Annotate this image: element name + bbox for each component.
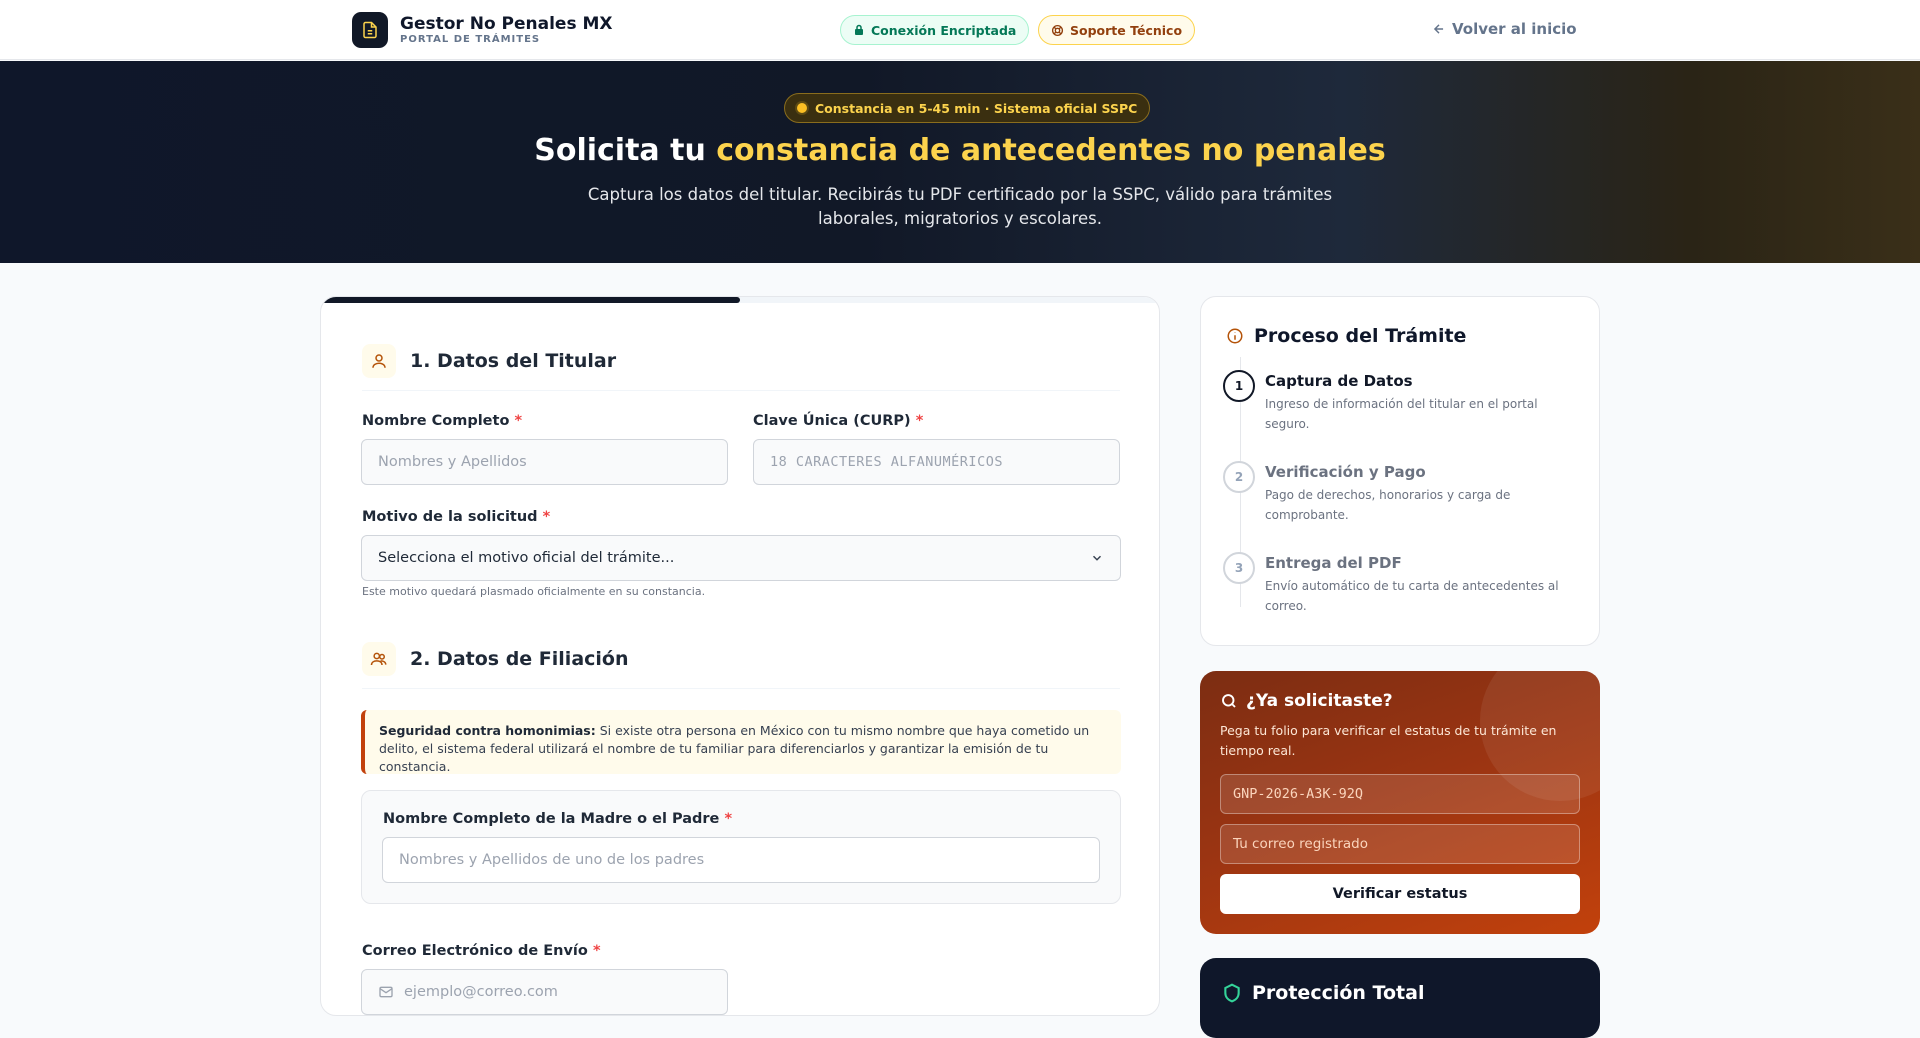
- secure-connection-label: Conexión Encriptada: [871, 22, 1017, 38]
- parent-input[interactable]: Nombres y Apellidos de uno de los padres: [382, 837, 1100, 883]
- brand[interactable]: Gestor No Penales MX PORTAL DE TRÁMITES: [352, 12, 613, 48]
- required-mark: *: [724, 811, 733, 827]
- registered-email-input[interactable]: Tu correo registrado: [1220, 824, 1580, 864]
- protection-card: Protección Total: [1200, 958, 1600, 1038]
- page-subtitle: Captura los datos del titular. Recibirás…: [587, 185, 1333, 228]
- homonym-alert-title: Seguridad contra homonimias:: [379, 723, 596, 738]
- section-filiacion-header: 2. Datos de Filiación: [362, 629, 1120, 689]
- registered-email-placeholder: Tu correo registrado: [1233, 836, 1369, 852]
- users-icon: [362, 641, 396, 676]
- status-header: ¿Ya solicitaste?: [1220, 691, 1393, 711]
- reason-select[interactable]: Selecciona el motivo oficial del trámite…: [361, 535, 1121, 581]
- step-description: Ingreso de información del titular en el…: [1265, 397, 1538, 431]
- user-icon: [362, 343, 396, 378]
- page-title: Solicita tu constancia de antecedentes n…: [0, 133, 1920, 168]
- search-icon: [1222, 694, 1236, 708]
- protection-title: Protección Total: [1252, 982, 1425, 1004]
- required-mark: *: [592, 943, 601, 959]
- lifebuoy-icon: [1051, 24, 1064, 36]
- support-button[interactable]: Soporte Técnico: [1038, 15, 1196, 45]
- reason-hint: Este motivo quedará plasmado oficialment…: [362, 585, 706, 598]
- hero-badge: Constancia en 5-45 min · Sistema oficial…: [784, 93, 1151, 123]
- page-title-plain: Solicita tu: [534, 133, 717, 168]
- chevron-down-icon: [1092, 555, 1102, 561]
- email-label: Correo Electrónico de Envío *: [362, 943, 601, 959]
- step-title: Captura de Datos: [1265, 372, 1413, 390]
- folio-placeholder: GNP-2026-A3K-92Q: [1233, 786, 1364, 802]
- required-mark: *: [915, 413, 924, 429]
- curp-placeholder: 18 CARACTERES ALFANUMÉRICOS: [770, 454, 1003, 470]
- step-number: 3: [1223, 552, 1255, 584]
- status-description: Pega tu folio para verificar el estatus …: [1220, 723, 1557, 758]
- parent-label: Nombre Completo de la Madre o el Padre *: [383, 811, 732, 827]
- name-input[interactable]: Nombres y Apellidos: [361, 439, 728, 485]
- email-label-text: Correo Electrónico de Envío: [362, 943, 588, 959]
- step-description: Envío automático de tu carta de antecede…: [1265, 579, 1559, 613]
- process-title: Proceso del Trámite: [1254, 325, 1467, 347]
- step-number: 1: [1223, 370, 1255, 402]
- step-number: 2: [1223, 461, 1255, 493]
- step-title: Verificación y Pago: [1265, 463, 1426, 481]
- curp-label-text: Clave Única (CURP): [753, 413, 911, 429]
- secure-connection-badge: Conexión Encriptada: [840, 15, 1030, 45]
- required-mark: *: [514, 413, 523, 429]
- document-icon: [352, 12, 388, 48]
- email-placeholder: ejemplo@correo.com: [404, 984, 558, 1000]
- hero-banner: Constancia en 5-45 min · Sistema oficial…: [0, 61, 1920, 263]
- back-home-label: Volver al inicio: [1452, 20, 1577, 38]
- name-placeholder: Nombres y Apellidos: [378, 454, 527, 470]
- hero-badge-label: Constancia en 5-45 min · Sistema oficial…: [815, 100, 1138, 116]
- brand-name: Gestor No Penales MX: [400, 14, 613, 34]
- page-title-accent: constancia de antecedentes no penales: [716, 133, 1386, 168]
- lock-icon: [855, 24, 863, 35]
- parent-placeholder: Nombres y Apellidos de uno de los padres: [399, 852, 705, 868]
- folio-input[interactable]: GNP-2026-A3K-92Q: [1220, 774, 1580, 814]
- protection-header: Protección Total: [1222, 982, 1424, 1004]
- reason-select-value: Selecciona el motivo oficial del trámite…: [378, 550, 675, 566]
- curp-input[interactable]: 18 CARACTERES ALFANUMÉRICOS: [753, 439, 1120, 485]
- mail-icon: [379, 986, 393, 998]
- email-input[interactable]: ejemplo@correo.com: [361, 969, 728, 1015]
- process-card: Proceso del Trámite 1 Captura de Datos I…: [1200, 296, 1600, 646]
- top-navbar: Gestor No Penales MX PORTAL DE TRÁMITES …: [0, 0, 1920, 60]
- curp-label: Clave Única (CURP) *: [753, 413, 923, 429]
- name-label-text: Nombre Completo: [362, 413, 510, 429]
- required-mark: *: [542, 509, 551, 525]
- status-check-card: ¿Ya solicitaste? Pega tu folio para veri…: [1200, 671, 1600, 934]
- name-label: Nombre Completo *: [362, 413, 522, 429]
- section-titular-title: 1. Datos del Titular: [410, 349, 617, 372]
- info-icon: [1227, 328, 1243, 344]
- status-title: ¿Ya solicitaste?: [1246, 691, 1393, 711]
- reason-label: Motivo de la solicitud *: [362, 509, 550, 525]
- back-home-link[interactable]: Volver al inicio: [1432, 20, 1577, 38]
- form-progress-fill: [321, 297, 740, 303]
- homonym-alert: Seguridad contra homonimias: Si existe o…: [361, 710, 1121, 774]
- brand-subtitle: PORTAL DE TRÁMITES: [400, 34, 541, 45]
- support-label: Soporte Técnico: [1070, 22, 1183, 38]
- request-form-card: 1. Datos del Titular Nombre Completo * N…: [320, 296, 1160, 1016]
- section-titular-header: 1. Datos del Titular: [362, 331, 1120, 391]
- shield-icon: [1224, 983, 1240, 1003]
- section-filiacion-title: 2. Datos de Filiación: [410, 647, 629, 670]
- parent-box: Nombre Completo de la Madre o el Padre *…: [361, 790, 1121, 904]
- step-title: Entrega del PDF: [1265, 554, 1402, 572]
- step-description: Pago de derechos, honorarios y carga de …: [1265, 488, 1511, 522]
- verify-status-button[interactable]: Verificar estatus: [1220, 874, 1580, 914]
- form-progress-bar: [321, 297, 1159, 303]
- process-header: Proceso del Trámite: [1226, 325, 1466, 347]
- status-dot-icon: [797, 103, 807, 113]
- parent-label-text: Nombre Completo de la Madre o el Padre: [383, 811, 720, 827]
- arrow-left-icon: [1433, 24, 1444, 34]
- reason-label-text: Motivo de la solicitud: [362, 509, 538, 525]
